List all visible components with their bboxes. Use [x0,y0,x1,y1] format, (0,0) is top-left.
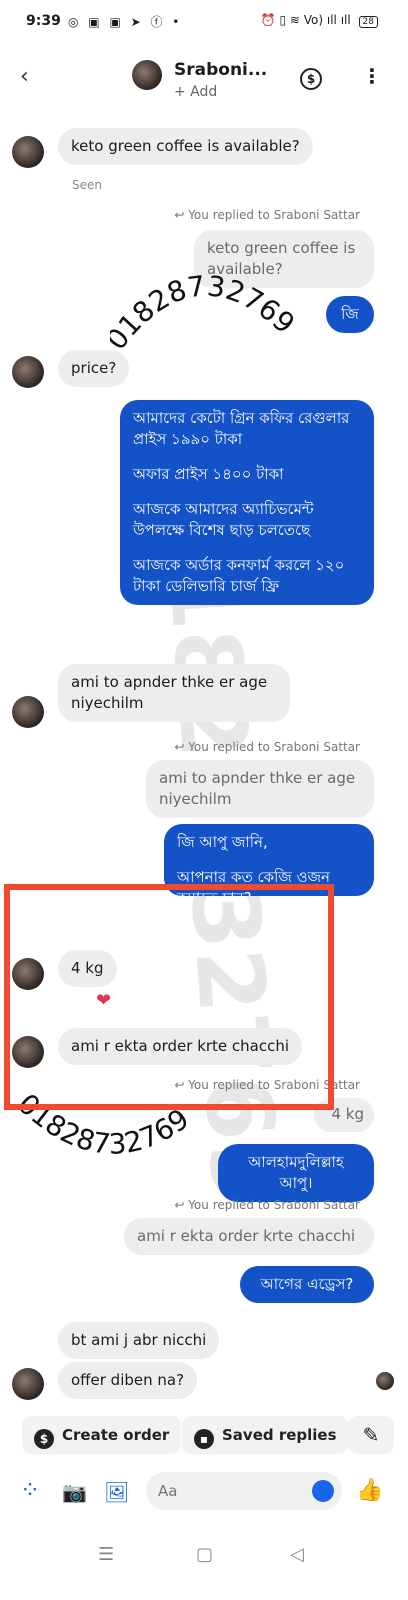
quoted-message[interactable]: ami to apnder thke er age niyechilm [146,760,374,818]
contact-name[interactable]: Sraboni... [174,60,267,80]
message-input-placeholder: Aa [158,1482,178,1500]
emoji-icon[interactable] [312,1480,334,1502]
status-time: 9:39 [26,13,61,29]
system-nav-bar: ☰ ▢ ◁ [0,1534,408,1584]
add-label-button[interactable]: + Add [174,84,217,100]
saved-replies-button[interactable]: ▪ Saved replies [182,1416,349,1454]
status-bar: 9:39 ◎ ▣ ▣ ➤ ⓕ • ⏰ ▯ ≋ Vo) ıll ıll 28 [0,0,408,46]
chat-bubbles-icon: ▪ [194,1429,214,1449]
create-order-label: Create order [62,1426,170,1444]
notification-icons: ◎ ▣ ▣ ➤ ⓕ • [68,15,183,29]
avatar[interactable] [12,1368,44,1400]
apps-grid-icon[interactable]: ⁘ [20,1476,40,1504]
message-bubble-incoming[interactable]: ami to apnder thke er age niyechilm [58,664,290,722]
message-paragraph: আজকে আমাদের অ্যাচিভমেন্ট উপলক্ষে বিশেষ ছ… [133,500,314,539]
message-paragraph: আমাদের কেটো গ্রিন কফির রেগুলার প্রাইস ১৯… [133,409,350,448]
saved-replies-label: Saved replies [222,1426,337,1444]
conversation-header: ‹ Sraboni... + Add $ ⋮ [0,52,408,106]
message-bubble-incoming[interactable]: keto green coffee is available? [58,128,313,165]
reply-indicator: ↩ You replied to Sraboni Sattar [174,1198,360,1212]
message-bubble-outgoing[interactable]: জি [326,296,374,333]
home-icon[interactable]: ▢ [196,1544,213,1565]
read-receipt-avatar [376,1372,394,1390]
seen-indicator: Seen [72,178,102,192]
svg-text:01828732769: 01828732769 [110,269,301,356]
reply-indicator: ↩ You replied to Sraboni Sattar [174,208,360,222]
like-icon[interactable]: 👍 [356,1478,383,1503]
dollar-icon[interactable]: $ [300,68,322,90]
message-bubble-incoming[interactable]: offer diben na? [58,1362,198,1399]
battery-icon: 28 [358,16,378,28]
watermark-phone-top: 01828732769 [110,269,301,356]
message-input[interactable]: Aa [146,1472,342,1510]
message-bubble-outgoing[interactable]: আমাদের কেটো গ্রিন কফির রেগুলার প্রাইস ১৯… [120,400,374,605]
heart-reaction-icon[interactable]: ❤ [96,990,111,1011]
message-paragraph: অফার প্রাইস ১৪০০ টাকা [133,465,284,483]
quoted-message[interactable]: ami r ekta order krte chacchi [124,1218,374,1255]
message-paragraph: আজকে অর্ডার কনফার্ম করলে ১২০ টাকা ডেলিভা… [133,556,345,595]
signal-icons: ⏰ ▯ ≋ Vo) ıll ıll [260,13,351,27]
reply-indicator: ↩ You replied to Sraboni Sattar [174,740,360,754]
recents-icon[interactable]: ☰ [98,1544,114,1565]
edit-pencil-icon[interactable]: ✎ [348,1416,394,1454]
message-bubble-outgoing[interactable]: আগের এড্রেস? [240,1266,374,1303]
avatar[interactable] [12,356,44,388]
watermark-text: 01828732769 [110,269,301,356]
more-options-icon[interactable]: ⋮ [362,66,382,86]
avatar[interactable] [12,136,44,168]
message-composer: ⁘ 📷 🖼 Aa 👍 [0,1472,408,1512]
create-order-button[interactable]: $ Create order [22,1416,182,1454]
gallery-icon[interactable]: 🖼 [104,1480,129,1504]
dollar-icon: $ [34,1429,54,1449]
message-bubble-incoming[interactable]: bt ami j abr nicchi [58,1322,220,1359]
camera-icon[interactable]: 📷 [62,1480,87,1504]
system-icons: ⏰ ▯ ≋ Vo) ıll ıll 28 [261,13,378,28]
highlight-box [4,884,334,1110]
avatar[interactable] [12,696,44,728]
nav-back-icon[interactable]: ◁ [290,1544,304,1565]
message-bubble-outgoing[interactable]: আলহামদুলিল্লাহ আপু। [218,1144,374,1202]
message-paragraph: জি আপু জানি, [177,833,268,851]
contact-avatar[interactable] [132,60,162,90]
back-arrow-icon[interactable]: ‹ [20,64,29,89]
quick-actions-bar: $ Create order ▪ Saved replies ✎ [0,1416,408,1460]
